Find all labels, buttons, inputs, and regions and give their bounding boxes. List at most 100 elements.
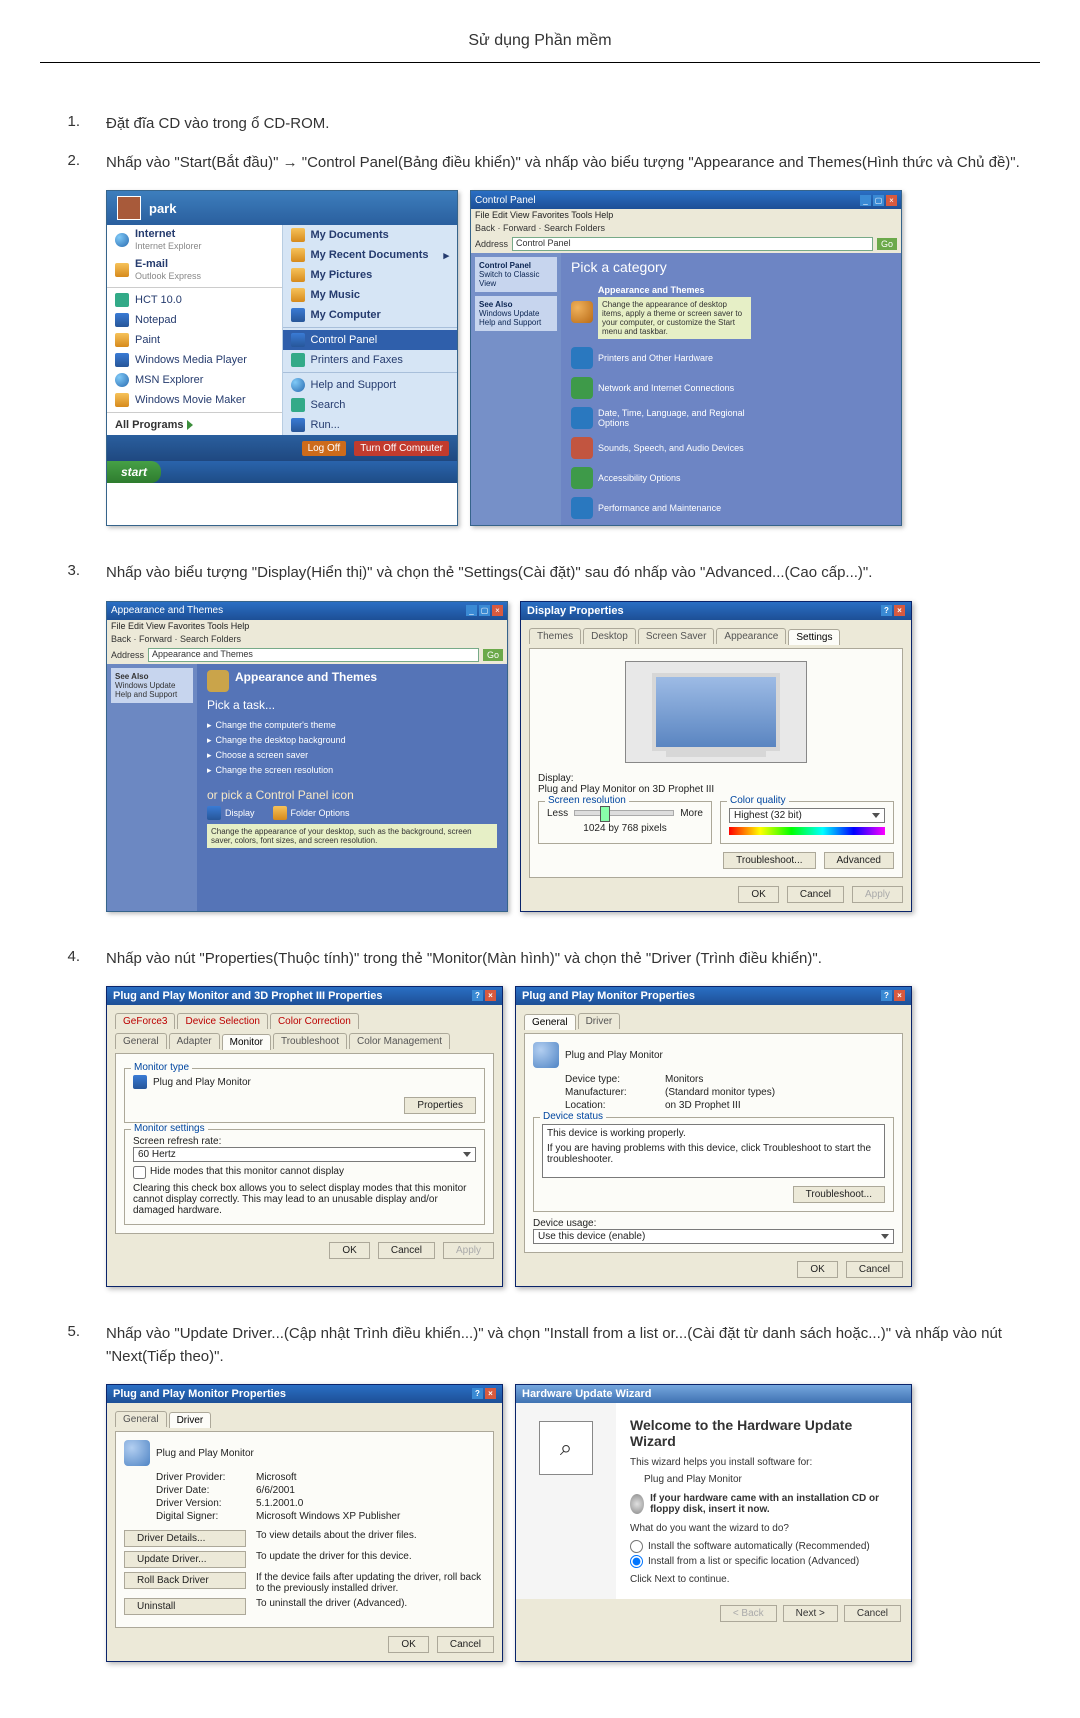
task-change-theme[interactable]: Change the computer's theme bbox=[207, 718, 497, 733]
menu-run[interactable]: Run... bbox=[283, 415, 458, 435]
tab-colorcorr[interactable]: Color Correction bbox=[270, 1013, 359, 1029]
close-icon[interactable]: × bbox=[894, 605, 905, 616]
close-icon[interactable]: × bbox=[886, 195, 897, 206]
switch-classic-link[interactable]: Switch to Classic View bbox=[479, 270, 539, 288]
ok-button[interactable]: OK bbox=[388, 1636, 428, 1653]
tab-appearance[interactable]: Appearance bbox=[716, 628, 786, 644]
tab-general[interactable]: General bbox=[524, 1014, 576, 1030]
radio-auto[interactable]: Install the software automatically (Reco… bbox=[630, 1540, 897, 1553]
troubleshoot-button[interactable]: Troubleshoot... bbox=[793, 1186, 885, 1203]
cat-accessibility[interactable]: Accessibility Options bbox=[571, 467, 751, 489]
menu-wmp[interactable]: Windows Media Player bbox=[107, 350, 282, 370]
colorquality-dropdown[interactable]: Highest (32 bit) bbox=[729, 808, 885, 823]
cancel-button[interactable]: Cancel bbox=[846, 1261, 903, 1278]
resolution-slider[interactable]: Less More bbox=[547, 808, 703, 819]
menu-printers[interactable]: Printers and Faxes bbox=[283, 350, 458, 370]
tab-driver[interactable]: Driver bbox=[169, 1412, 212, 1428]
cat-printers[interactable]: Printers and Other Hardware bbox=[571, 347, 751, 369]
cancel-button[interactable]: Cancel bbox=[378, 1242, 435, 1259]
menu-mymusic[interactable]: My Music bbox=[283, 285, 458, 305]
rollback-button[interactable]: Roll Back Driver bbox=[124, 1572, 246, 1589]
cat-network[interactable]: Network and Internet Connections bbox=[571, 377, 751, 399]
ok-button[interactable]: OK bbox=[797, 1261, 837, 1278]
minimize-icon[interactable]: _ bbox=[466, 605, 477, 616]
help-icon[interactable]: ? bbox=[472, 1388, 483, 1399]
help-icon[interactable]: ? bbox=[881, 990, 892, 1001]
cancel-button[interactable]: Cancel bbox=[437, 1636, 494, 1653]
cancel-button[interactable]: Cancel bbox=[844, 1605, 901, 1622]
help-icon[interactable]: ? bbox=[881, 605, 892, 616]
menu-notepad[interactable]: Notepad bbox=[107, 310, 282, 330]
winupdate-link[interactable]: Windows Update bbox=[479, 309, 539, 318]
help-icon[interactable]: ? bbox=[472, 990, 483, 1001]
close-icon[interactable]: × bbox=[485, 1388, 496, 1399]
hide-modes-check[interactable]: Hide modes that this monitor cannot disp… bbox=[133, 1166, 476, 1179]
tab-geforce[interactable]: GeForce3 bbox=[115, 1013, 175, 1029]
advanced-button[interactable]: Advanced bbox=[824, 852, 894, 869]
tab-general[interactable]: General bbox=[115, 1033, 167, 1049]
menu-recentdocs[interactable]: My Recent Documents▸ bbox=[283, 245, 458, 265]
slider-thumb-icon[interactable] bbox=[600, 806, 610, 822]
menu-moviemaker[interactable]: Windows Movie Maker bbox=[107, 390, 282, 410]
shutdown-button[interactable]: Turn Off Computer bbox=[354, 441, 449, 456]
cat-datetime[interactable]: Date, Time, Language, and Regional Optio… bbox=[571, 407, 751, 429]
tab-screensaver[interactable]: Screen Saver bbox=[638, 628, 715, 644]
minimize-icon[interactable]: _ bbox=[860, 195, 871, 206]
uninstall-button[interactable]: Uninstall bbox=[124, 1598, 246, 1615]
tab-settings[interactable]: Settings bbox=[788, 629, 840, 645]
menu-help[interactable]: Help and Support bbox=[283, 375, 458, 395]
menu-search[interactable]: Search bbox=[283, 395, 458, 415]
tab-troubleshoot[interactable]: Troubleshoot bbox=[273, 1033, 347, 1049]
tab-driver[interactable]: Driver bbox=[578, 1013, 621, 1029]
cat-appearance[interactable]: Appearance and Themes Change the appeara… bbox=[571, 285, 751, 339]
radio-list[interactable]: Install from a list or specific location… bbox=[630, 1555, 897, 1568]
at-menubar[interactable]: File Edit View Favorites Tools Help bbox=[107, 620, 507, 632]
menu-paint[interactable]: Paint bbox=[107, 330, 282, 350]
menu-mypictures[interactable]: My Pictures bbox=[283, 265, 458, 285]
menu-internet[interactable]: Internet Internet Explorer bbox=[107, 225, 282, 255]
task-resolution[interactable]: Change the screen resolution bbox=[207, 763, 497, 778]
next-button[interactable]: Next > bbox=[783, 1605, 838, 1622]
menu-controlpanel[interactable]: Control Panel bbox=[283, 330, 458, 350]
all-programs[interactable]: All Programs bbox=[107, 415, 282, 435]
close-icon[interactable]: × bbox=[492, 605, 503, 616]
window-toolbar[interactable]: Back · Forward · Search Folders bbox=[471, 221, 901, 235]
menu-mydocuments[interactable]: My Documents bbox=[283, 225, 458, 245]
cancel-button[interactable]: Cancel bbox=[787, 886, 844, 903]
close-icon[interactable]: × bbox=[894, 990, 905, 1001]
tab-adapter[interactable]: Adapter bbox=[169, 1033, 220, 1049]
tab-colormgmt[interactable]: Color Management bbox=[349, 1033, 450, 1049]
window-menubar[interactable]: File Edit View Favorites Tools Help bbox=[471, 209, 901, 221]
icon-display[interactable]: Display bbox=[207, 806, 255, 820]
task-screensaver[interactable]: Choose a screen saver bbox=[207, 748, 497, 763]
at-toolbar[interactable]: Back · Forward · Search Folders bbox=[107, 632, 507, 646]
start-button[interactable]: start bbox=[107, 461, 161, 483]
logoff-button[interactable]: Log Off bbox=[302, 441, 347, 456]
properties-button[interactable]: Properties bbox=[404, 1097, 476, 1114]
go-button[interactable]: Go bbox=[877, 238, 897, 250]
update-driver-button[interactable]: Update Driver... bbox=[124, 1551, 246, 1568]
at-address-input[interactable]: Appearance and Themes bbox=[148, 648, 479, 662]
driver-details-button[interactable]: Driver Details... bbox=[124, 1530, 246, 1547]
ok-button[interactable]: OK bbox=[329, 1242, 369, 1259]
cat-performance[interactable]: Performance and Maintenance bbox=[571, 497, 751, 519]
menu-mycomputer[interactable]: My Computer bbox=[283, 305, 458, 325]
task-change-bg[interactable]: Change the desktop background bbox=[207, 733, 497, 748]
maximize-icon[interactable]: ▢ bbox=[873, 195, 884, 206]
address-input[interactable]: Control Panel bbox=[512, 237, 873, 251]
ok-button[interactable]: OK bbox=[738, 886, 778, 903]
menu-hct[interactable]: HCT 10.0 bbox=[107, 290, 282, 310]
device-usage-dropdown[interactable]: Use this device (enable) bbox=[533, 1229, 894, 1244]
tab-themes[interactable]: Themes bbox=[529, 628, 581, 644]
refresh-rate-dropdown[interactable]: 60 Hertz bbox=[133, 1147, 476, 1162]
tab-desktop[interactable]: Desktop bbox=[583, 628, 636, 644]
tab-devicesel[interactable]: Device Selection bbox=[177, 1013, 267, 1029]
maximize-icon[interactable]: ▢ bbox=[479, 605, 490, 616]
tab-general[interactable]: General bbox=[115, 1411, 167, 1427]
close-icon[interactable]: × bbox=[485, 990, 496, 1001]
menu-email[interactable]: E-mail Outlook Express bbox=[107, 255, 282, 285]
cat-sound[interactable]: Sounds, Speech, and Audio Devices bbox=[571, 437, 751, 459]
go-button[interactable]: Go bbox=[483, 649, 503, 661]
tab-monitor[interactable]: Monitor bbox=[222, 1034, 271, 1050]
troubleshoot-button[interactable]: Troubleshoot... bbox=[723, 852, 815, 869]
